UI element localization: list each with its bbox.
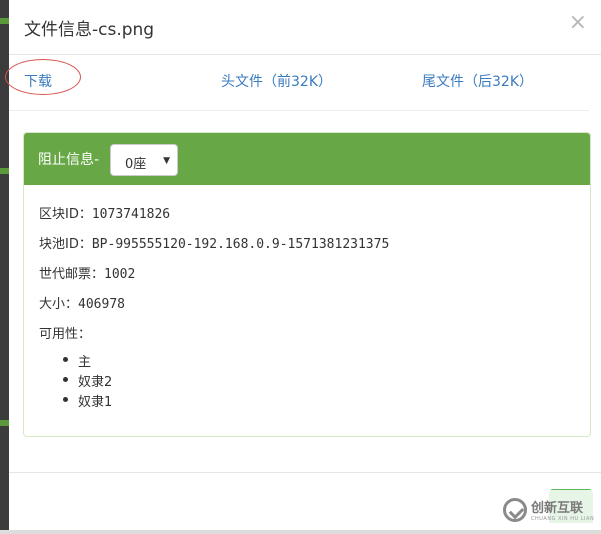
- block-id-value: 1073741826: [91, 207, 171, 222]
- list-item: 奴隶2: [63, 371, 575, 391]
- backdrop-mark: [0, 168, 9, 174]
- logo-icon: [503, 498, 527, 522]
- pool-id-row: 块池ID：BP-995555120-192.168.0.9-1571381231…: [39, 233, 575, 252]
- file-links: 下载 头文件（前32K） 尾文件（后32K）: [5, 55, 589, 111]
- availability-label: 可用性：: [39, 327, 92, 342]
- watermark: 创新互联 CHUANG XIN HU LIAN: [493, 490, 601, 530]
- availability-list: 主 奴隶2 奴隶1: [39, 351, 575, 411]
- generation-stamp-label: 世代邮票：: [39, 267, 105, 282]
- block-select[interactable]: 0座 ▼: [110, 144, 178, 176]
- list-item: 主: [63, 351, 575, 371]
- page-backdrop: [0, 0, 9, 534]
- dialog-header: 文件信息-cs.png ×: [9, 0, 601, 55]
- close-icon[interactable]: ×: [569, 12, 587, 34]
- dialog-title: 文件信息-cs.png: [24, 20, 155, 40]
- block-id-label: 区块ID：: [39, 207, 92, 222]
- block-select-value: 0座: [125, 157, 147, 172]
- block-id-row: 区块ID：1073741826: [39, 203, 575, 222]
- pool-id-value: BP-995555120-192.168.0.9-1571381231375: [91, 237, 390, 252]
- size-row: 大小：406978: [39, 293, 575, 312]
- backdrop-mark: [0, 420, 9, 426]
- panel-heading: 阻止信息- 0座 ▼: [24, 133, 590, 185]
- bottom-scrollbar: [0, 530, 601, 534]
- head-file-link[interactable]: 头文件（前32K）: [221, 71, 332, 91]
- file-info-dialog: 文件信息-cs.png × 下载 头文件（前32K） 尾文件（后32K） 阻止信…: [5, 0, 601, 534]
- download-link[interactable]: 下载: [24, 71, 52, 91]
- watermark-sub: CHUANG XIN HU LIAN: [531, 516, 595, 522]
- availability-row: 可用性：: [39, 323, 575, 342]
- panel-body: 区块ID：1073741826 块池ID：BP-995555120-192.16…: [24, 185, 590, 411]
- watermark-text: 创新互联: [531, 501, 584, 516]
- tail-file-link[interactable]: 尾文件（后32K）: [422, 71, 533, 91]
- block-info-label: 阻止信息-: [38, 152, 100, 168]
- pool-id-label: 块池ID：: [39, 237, 92, 252]
- caret-down-icon: ▼: [163, 156, 170, 166]
- list-item: 奴隶1: [63, 391, 575, 411]
- backdrop-mark: [0, 18, 9, 24]
- generation-stamp-value: 1002: [104, 267, 136, 282]
- size-value: 406978: [78, 297, 125, 312]
- block-info-panel: 阻止信息- 0座 ▼ 区块ID：1073741826 块池ID：BP-99555…: [23, 132, 591, 437]
- generation-stamp-row: 世代邮票：1002: [39, 263, 575, 282]
- size-label: 大小：: [39, 297, 79, 312]
